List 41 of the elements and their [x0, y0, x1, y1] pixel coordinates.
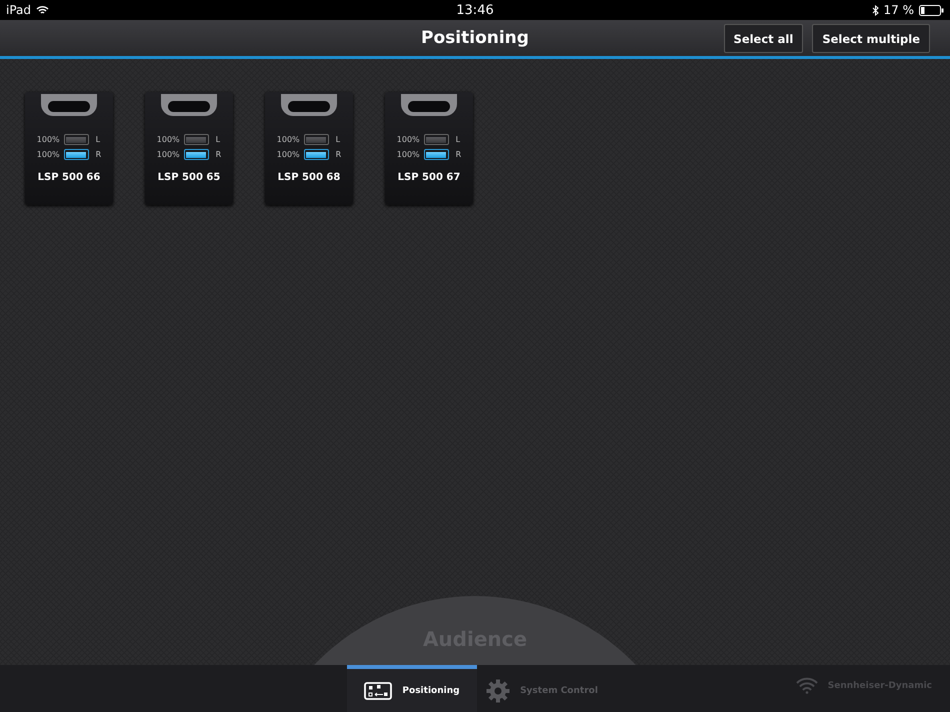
tab[interactable]: Positioning	[347, 665, 477, 712]
channel-label: L	[336, 135, 340, 144]
speaker-card[interactable]: 100% L 100% R LSP 500 67	[385, 92, 473, 205]
channel-label: R	[456, 150, 462, 159]
battery-reading: 100%	[36, 150, 60, 159]
speaker-card[interactable]: 100% L 100% R LSP 500 68	[265, 92, 353, 205]
handle-icon	[161, 94, 217, 118]
battery-reading: 100%	[276, 135, 300, 144]
speaker-name: LSP 500 68	[278, 172, 340, 183]
device-name: iPad	[6, 3, 32, 17]
speaker-name: LSP 500 67	[398, 172, 460, 183]
wifi-icon	[36, 5, 50, 15]
battery-reading: 100%	[156, 135, 180, 144]
handle-icon	[281, 94, 337, 118]
battery-reading: 100%	[396, 135, 420, 144]
speaker-name: LSP 500 65	[158, 172, 220, 183]
channel-label: R	[96, 150, 102, 159]
battery-icon	[919, 4, 944, 16]
layout-icon	[364, 682, 392, 700]
gear-icon	[486, 678, 510, 702]
battery-reading: 100%	[276, 150, 300, 159]
clock-time: 13:46	[456, 2, 494, 18]
handle-icon	[41, 94, 97, 118]
channel-label: L	[96, 135, 100, 144]
channel-label: R	[216, 150, 222, 159]
speaker-card[interactable]: 100% L 100% R LSP 500 66	[25, 92, 113, 205]
battery-percent: 17 %	[884, 3, 914, 17]
channel-label: R	[336, 150, 342, 159]
battery-reading: 100%	[36, 135, 60, 144]
wifi-icon	[796, 677, 818, 694]
handle-icon	[401, 94, 457, 118]
header-button[interactable]: Select all	[724, 24, 804, 53]
battery-reading: 100%	[396, 150, 420, 159]
channel-label: L	[216, 135, 220, 144]
header-button[interactable]: Select multiple	[812, 24, 930, 53]
speaker-card[interactable]: 100% L 100% R LSP 500 65	[145, 92, 233, 205]
battery-reading: 100%	[156, 150, 180, 159]
bluetooth-icon	[872, 4, 878, 16]
channel-label: L	[456, 135, 460, 144]
page-title: Positioning	[421, 28, 529, 48]
speaker-name: LSP 500 66	[38, 172, 100, 183]
